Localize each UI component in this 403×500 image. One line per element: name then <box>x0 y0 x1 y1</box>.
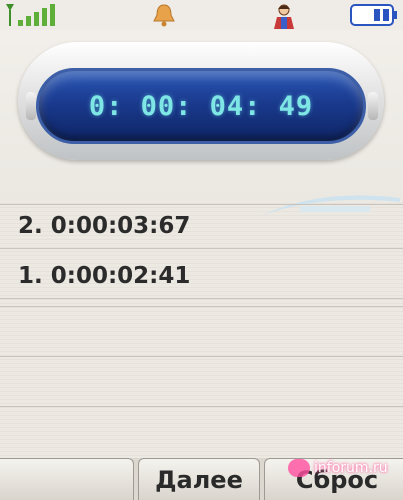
lap-time: 2. 0:00:03:67 <box>18 213 191 239</box>
bezel-cap-left <box>26 92 36 120</box>
signal-bars-icon <box>6 4 55 26</box>
bezel-cap-right <box>368 92 378 120</box>
stopwatch-screen: 0: 00: 04: 49 2. 0:00:03:67 1. 0:00:02:4… <box>0 0 403 500</box>
divider <box>0 356 403 357</box>
watermark-logo-icon <box>288 459 310 477</box>
divider <box>0 406 403 407</box>
lap-row[interactable]: 2. 0:00:03:67 <box>0 208 403 249</box>
lap-time: 1. 0:00:02:41 <box>18 263 191 289</box>
bell-icon <box>153 4 175 27</box>
next-softkey[interactable]: Далее <box>138 458 260 500</box>
battery-icon <box>350 4 397 26</box>
divider <box>0 306 403 307</box>
left-softkey[interactable] <box>0 458 134 500</box>
watermark: inforum.ru <box>288 456 388 480</box>
current-time: 0: 00: 04: 49 <box>88 90 314 122</box>
lap-row[interactable]: 1. 0:00:02:41 <box>0 258 403 299</box>
watermark-text: inforum.ru <box>314 460 388 476</box>
status-bar <box>0 0 403 30</box>
divider <box>0 204 403 205</box>
person-icon <box>274 4 294 29</box>
